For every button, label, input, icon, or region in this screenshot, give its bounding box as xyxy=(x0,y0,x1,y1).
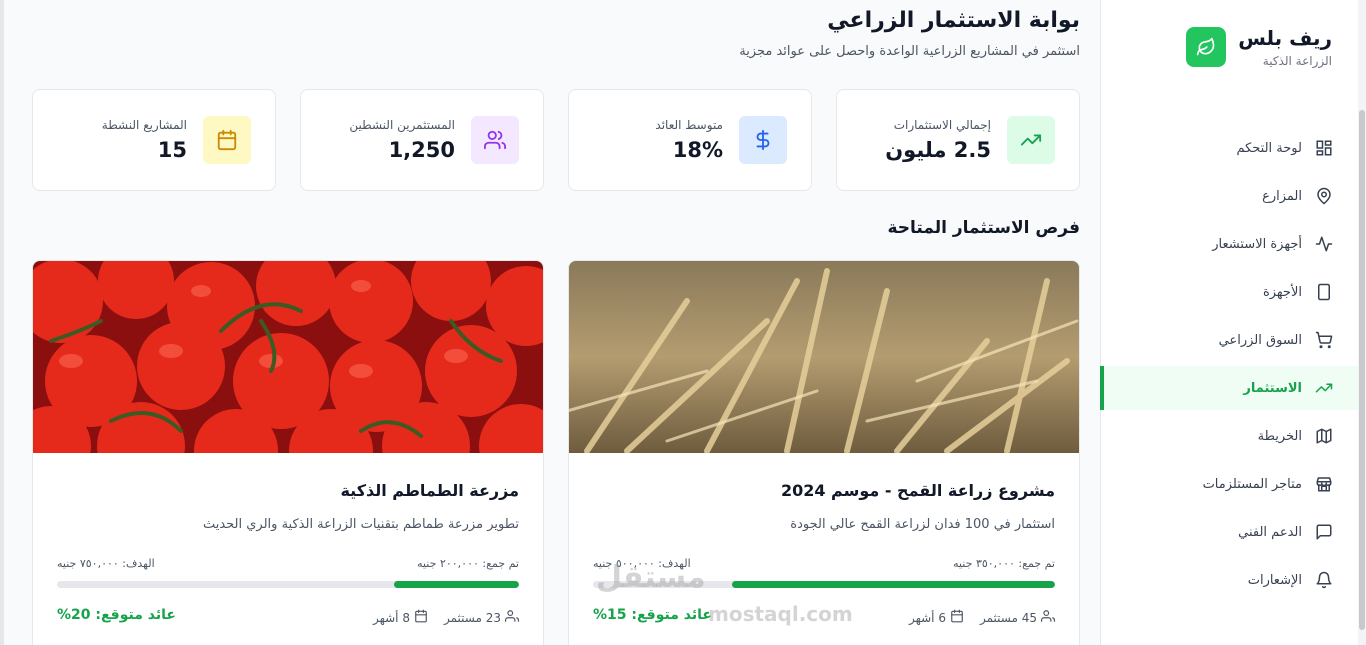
sidebar-item-label: المزارع xyxy=(1262,188,1302,204)
sidebar-item-label: السوق الزراعي xyxy=(1218,332,1302,348)
app-frame: بوابة الاستثمار الزراعي استثمر في المشار… xyxy=(0,0,1366,645)
users-icon xyxy=(1041,609,1055,626)
cart-icon xyxy=(1314,330,1334,350)
page-subtitle: استثمر في المشاريع الزراعية الواعدة واحص… xyxy=(739,44,1080,59)
dollar-icon xyxy=(739,116,787,164)
funding-progress-fill xyxy=(731,581,1055,588)
duration-label: 8 أشهر xyxy=(372,610,410,625)
stat-label: إجمالي الاستثمارات xyxy=(893,118,991,132)
stat-card-active-investors: المستثمرين النشطين 1,250 xyxy=(300,89,544,191)
stat-value: 1,250 xyxy=(388,138,455,162)
duration: 6 أشهر xyxy=(909,609,964,626)
sidebar-item-dashboard[interactable]: لوحة التحكم xyxy=(1100,126,1358,170)
brand-subtitle: الزراعة الذكية xyxy=(1262,54,1332,68)
brand[interactable]: ريف بلس الزراعة الذكية xyxy=(1186,26,1332,68)
project-description: استثمار في 100 فدان لزراعة القمح عالي ال… xyxy=(790,517,1055,532)
sidebar-item-label: الخريطة xyxy=(1257,428,1302,444)
stat-label: المستثمرين النشطين xyxy=(349,118,455,132)
activity-icon xyxy=(1314,234,1334,254)
target-amount: الهدف: ٧٥٠,٠٠٠ جنيه xyxy=(57,557,155,570)
dashboard-icon xyxy=(1314,138,1334,158)
stat-card-average-return: متوسط العائد 18% xyxy=(568,89,812,191)
stat-label: متوسط العائد xyxy=(655,118,723,132)
wheat-image xyxy=(569,261,1079,453)
calendar-icon xyxy=(950,609,964,626)
sidebar-item-map[interactable]: الخريطة xyxy=(1100,414,1358,458)
sidebar-item-label: الدعم الفني xyxy=(1238,524,1302,540)
leaf-icon xyxy=(1186,27,1227,67)
expected-return: عائد متوقع: 20% xyxy=(57,607,176,623)
main-content: بوابة الاستثمار الزراعي استثمر في المشار… xyxy=(8,0,1104,645)
calendar-icon xyxy=(414,609,428,626)
duration-label: 6 أشهر xyxy=(908,610,946,625)
sidebar-item-label: لوحة التحكم xyxy=(1236,140,1302,156)
sidebar-item-label: الأجهزة xyxy=(1262,284,1302,300)
sidebar-item-label: الاستثمار xyxy=(1243,380,1302,396)
sidebar: ريف بلس الزراعة الذكية لوحة التحكم المزا… xyxy=(1100,0,1358,645)
investors-label: 23 مستثمر xyxy=(443,610,501,625)
duration: 8 أشهر xyxy=(373,609,428,626)
brand-name: ريف بلس xyxy=(1238,26,1332,50)
calendar-icon xyxy=(203,116,251,164)
users-icon xyxy=(505,609,519,626)
sidebar-item-label: أجهزة الاستشعار xyxy=(1212,236,1302,252)
sidebar-item-sensors[interactable]: أجهزة الاستشعار xyxy=(1100,222,1358,266)
funding-progress-bar xyxy=(57,581,519,588)
page-title: بوابة الاستثمار الزراعي xyxy=(827,8,1080,33)
map-icon xyxy=(1314,426,1334,446)
tablet-icon xyxy=(1314,282,1334,302)
trending-up-icon xyxy=(1314,378,1334,398)
stat-value: 2.5 مليون xyxy=(885,138,991,162)
watermark: مستقل xyxy=(596,560,706,595)
stat-card-total-investments: إجمالي الاستثمارات 2.5 مليون xyxy=(836,89,1080,191)
stats-row: إجمالي الاستثمارات 2.5 مليون متوسط العائ… xyxy=(32,89,1080,191)
project-card-tomato[interactable]: مزرعة الطماطم الذكية تطوير مزرعة طماطم ب… xyxy=(32,260,544,645)
sidebar-item-support[interactable]: الدعم الفني xyxy=(1100,510,1358,554)
project-title: مزرعة الطماطم الذكية xyxy=(340,481,519,500)
tomato-image xyxy=(33,261,543,453)
sidebar-item-farms[interactable]: المزارع xyxy=(1100,174,1358,218)
sidebar-item-notifications[interactable]: الإشعارات xyxy=(1100,558,1358,602)
stat-value: 18% xyxy=(672,138,723,162)
sidebar-nav: لوحة التحكم المزارع أجهزة الاستشعار الأج… xyxy=(1100,126,1358,606)
bell-icon xyxy=(1314,570,1334,590)
sidebar-item-market[interactable]: السوق الزراعي xyxy=(1100,318,1358,362)
expected-return: عائد متوقع: 15% xyxy=(593,607,712,623)
users-icon xyxy=(471,116,519,164)
project-description: تطوير مزرعة طماطم بتقنيات الزراعة الذكية… xyxy=(202,517,519,532)
investors-label: 45 مستثمر xyxy=(979,610,1037,625)
sidebar-item-supply-stores[interactable]: متاجر المستلزمات xyxy=(1100,462,1358,506)
sidebar-item-devices[interactable]: الأجهزة xyxy=(1100,270,1358,314)
section-title: فرص الاستثمار المتاحة xyxy=(887,218,1080,238)
projects-grid: مشروع زراعة القمح - موسم 2024 استثمار في… xyxy=(32,260,1080,645)
scrollbar-track[interactable] xyxy=(1358,0,1366,645)
scrollbar-thumb[interactable] xyxy=(1359,110,1365,630)
sidebar-item-label: متاجر المستلزمات xyxy=(1202,476,1302,492)
raised-amount: تم جمع: ٢٠٠,٠٠٠ جنيه xyxy=(417,557,519,570)
stat-label: المشاريع النشطة xyxy=(101,118,187,132)
project-title: مشروع زراعة القمح - موسم 2024 xyxy=(780,481,1055,500)
trending-up-icon xyxy=(1007,116,1055,164)
raised-amount: تم جمع: ٣٥٠,٠٠٠ جنيه xyxy=(953,557,1055,570)
investors-count: 23 مستثمر xyxy=(444,609,519,626)
stat-value: 15 xyxy=(157,138,187,162)
store-icon xyxy=(1314,474,1334,494)
stat-card-active-projects: المشاريع النشطة 15 xyxy=(32,89,276,191)
project-meta: 45 مستثمر 6 أشهر xyxy=(909,609,1055,626)
funding-progress-fill xyxy=(394,581,519,588)
watermark-url: mostaql.com xyxy=(708,602,853,626)
sidebar-item-label: الإشعارات xyxy=(1247,572,1302,588)
map-pin-icon xyxy=(1314,186,1334,206)
sidebar-item-investment[interactable]: الاستثمار xyxy=(1100,366,1358,410)
investors-count: 45 مستثمر xyxy=(980,609,1055,626)
chat-icon xyxy=(1314,522,1334,542)
project-meta: 23 مستثمر 8 أشهر xyxy=(373,609,519,626)
